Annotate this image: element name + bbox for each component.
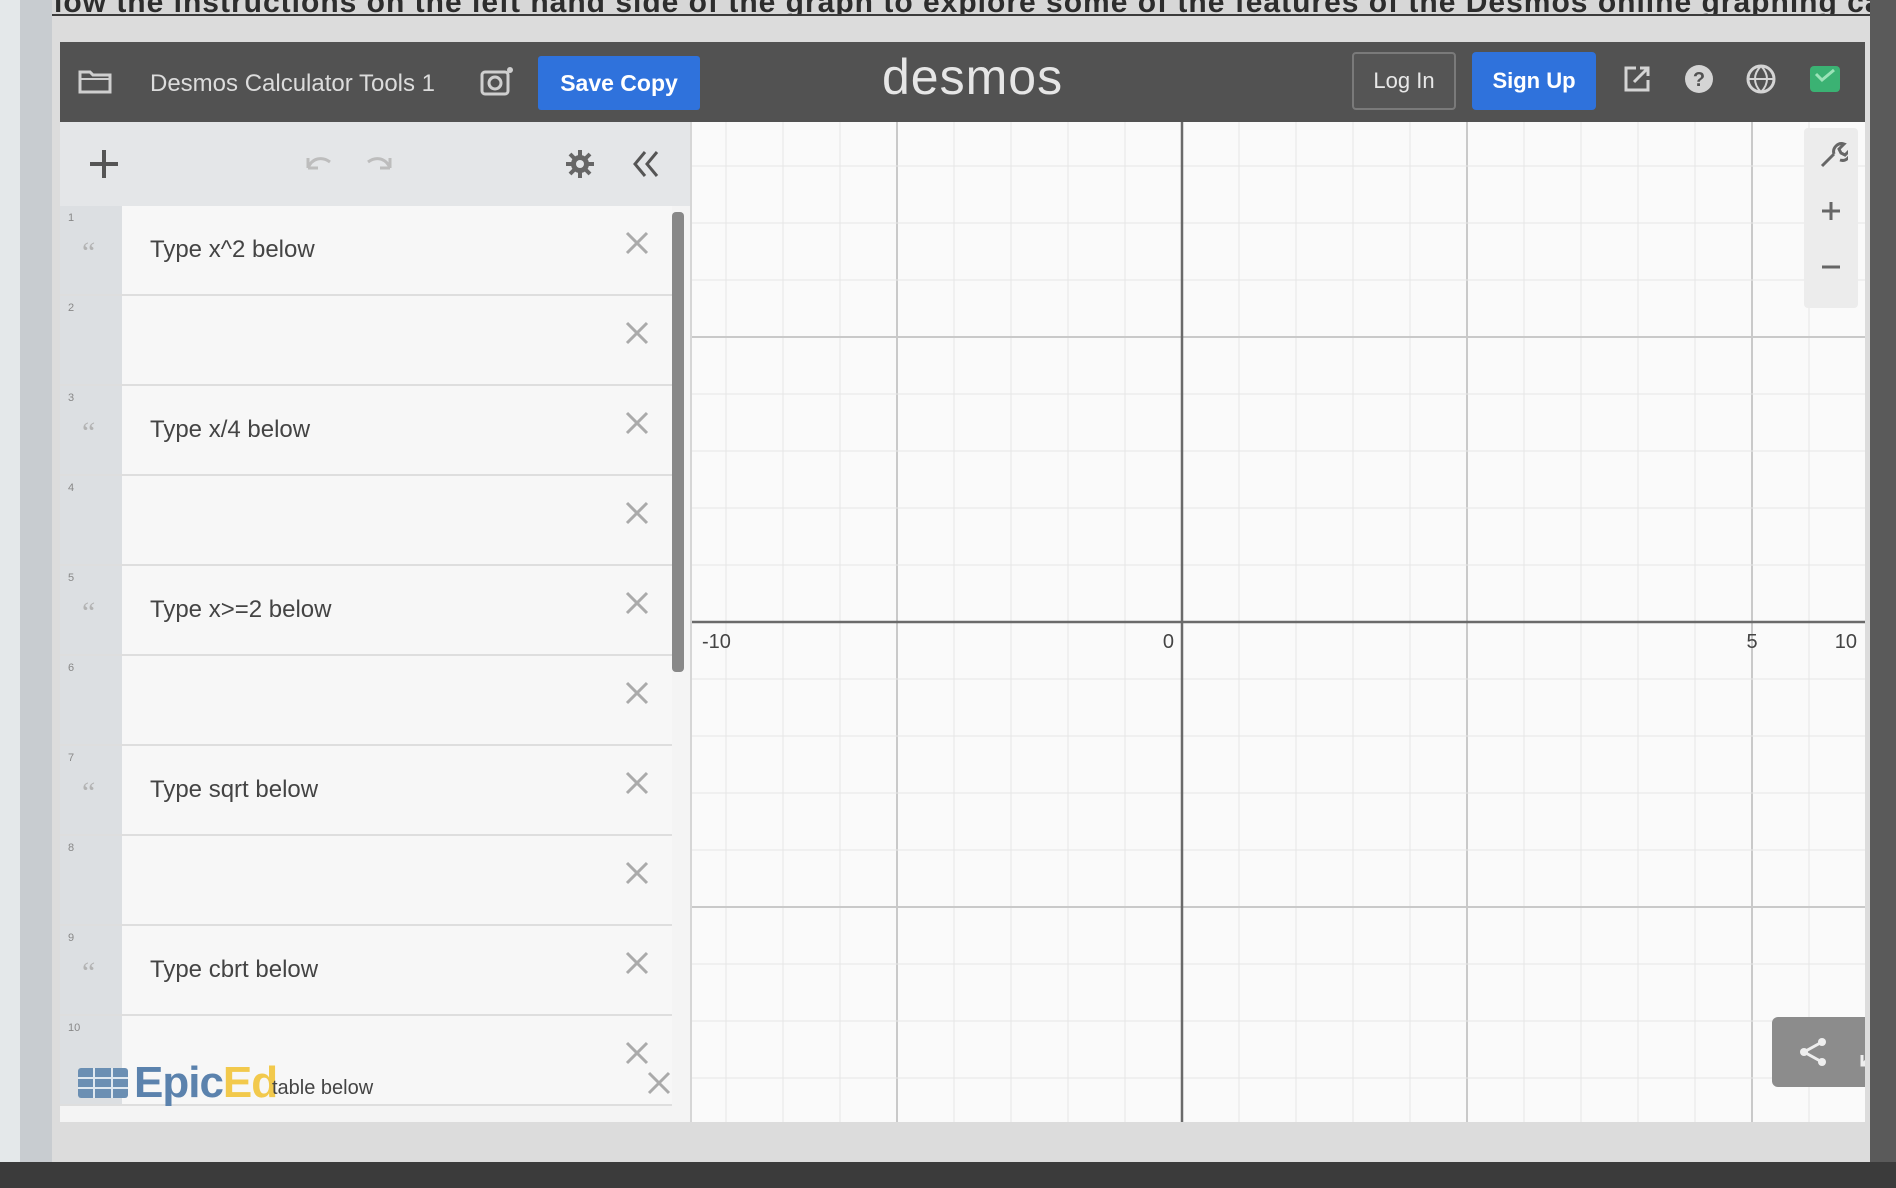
delete-icon[interactable] (644, 1068, 674, 1098)
note-quote-icon: “ (82, 776, 96, 809)
x-tick-label: 10 (1835, 631, 1857, 653)
row-number: 3 (68, 392, 75, 404)
delete-icon[interactable] (622, 768, 652, 798)
note-text[interactable]: Type sqrt below (150, 776, 318, 804)
svg-text:?: ? (1693, 69, 1705, 91)
delete-icon[interactable] (622, 858, 652, 888)
expression-row-6[interactable]: 6 (60, 656, 672, 746)
note-quote-icon: “ (82, 956, 96, 989)
row-number: 2 (68, 302, 75, 314)
expression-row-2[interactable]: 2 (60, 296, 672, 386)
settings-gear-icon[interactable] (560, 144, 600, 184)
graph-paper[interactable]: -10-505105-5 (692, 122, 1865, 1122)
brand-part-1: Epic (134, 1058, 224, 1107)
x-tick-label: 5 (1746, 631, 1757, 653)
share-icon[interactable] (1796, 1035, 1830, 1069)
fullscreen-icon[interactable] (1858, 1035, 1865, 1069)
redo-icon[interactable] (360, 144, 400, 184)
bottom-band (0, 1162, 1896, 1188)
language-icon[interactable] (1744, 62, 1778, 96)
row-number: 10 (68, 1022, 81, 1034)
epiced-grid-icon (78, 1068, 128, 1098)
brand-part-2: Ed (222, 1058, 278, 1107)
expression-row-9[interactable]: 9 “ Type cbrt below (60, 926, 672, 1016)
desmos-logo: desmos (882, 49, 1064, 105)
note-text[interactable]: Type x>=2 below (150, 596, 331, 624)
expression-row-5[interactable]: 5 “ Type x>=2 below (60, 566, 672, 656)
expression-row-4[interactable]: 4 (60, 476, 672, 566)
expression-row-7[interactable]: 7 “ Type sqrt below (60, 746, 672, 836)
x-tick-label: -10 (702, 631, 731, 653)
row-number: 7 (68, 752, 75, 764)
row-number: 6 (68, 662, 75, 674)
desmos-app: Desmos Calculator Tools 1 Save Copy desm… (60, 42, 1865, 1122)
epiced-logo: EpicEd (76, 1058, 278, 1108)
folder-icon[interactable] (78, 68, 112, 94)
expression-row-8[interactable]: 8 (60, 836, 672, 926)
note-quote-icon: “ (82, 596, 96, 629)
signup-button[interactable]: Sign Up (1472, 52, 1596, 110)
zoom-out-icon[interactable] (1814, 250, 1848, 284)
right-band (1870, 0, 1896, 1188)
graph-title[interactable]: Desmos Calculator Tools 1 (150, 70, 435, 98)
save-copy-button[interactable]: Save Copy (538, 56, 700, 110)
note-text[interactable]: Type x/4 below (150, 416, 310, 444)
delete-icon[interactable] (622, 678, 652, 708)
left-band-light (0, 0, 20, 1188)
share-controls (1772, 1017, 1865, 1087)
help-icon[interactable]: ? (1682, 62, 1716, 96)
zoom-in-icon[interactable] (1814, 194, 1848, 228)
delete-icon[interactable] (622, 948, 652, 978)
bottom-note-text[interactable]: table below (272, 1077, 373, 1100)
delete-icon[interactable] (622, 408, 652, 438)
add-item-icon[interactable] (84, 144, 124, 184)
undo-icon[interactable] (298, 144, 338, 184)
note-text[interactable]: Type x^2 below (150, 236, 315, 264)
note-quote-icon: “ (82, 416, 96, 449)
instruction-text: Follow the instructions on the left hand… (0, 0, 1896, 14)
graph-grid: -10-505105-5 (692, 122, 1865, 1122)
expression-list: 1 “ Type x^2 below 2 3 “ Type x/4 below (60, 206, 672, 1106)
row-number: 9 (68, 932, 75, 944)
header-bar: Desmos Calculator Tools 1 Save Copy desm… (60, 42, 1865, 122)
login-button[interactable]: Log In (1352, 52, 1456, 110)
row-number: 1 (68, 212, 75, 224)
note-text[interactable]: Type cbrt below (150, 956, 318, 984)
wrench-icon[interactable] (1814, 138, 1848, 172)
delete-icon[interactable] (622, 228, 652, 258)
screenshot-icon[interactable] (480, 66, 514, 96)
row-number: 5 (68, 572, 75, 584)
delete-icon[interactable] (622, 498, 652, 528)
collapse-panel-icon[interactable] (625, 144, 665, 184)
row-number: 4 (68, 482, 75, 494)
delete-icon[interactable] (622, 1038, 652, 1068)
delete-icon[interactable] (622, 588, 652, 618)
brand-icon (1810, 66, 1840, 92)
share-external-icon[interactable] (1620, 62, 1654, 96)
expression-row-1[interactable]: 1 “ Type x^2 below (60, 206, 672, 296)
expression-panel: 1 “ Type x^2 below 2 3 “ Type x/4 below (60, 122, 692, 1122)
note-quote-icon: “ (82, 236, 96, 269)
expression-toolbar (60, 122, 690, 206)
row-number: 8 (68, 842, 75, 854)
x-tick-label: 0 (1163, 631, 1174, 653)
expression-scrollbar[interactable] (672, 212, 684, 672)
delete-icon[interactable] (622, 318, 652, 348)
zoom-controls (1804, 128, 1858, 308)
expression-row-3[interactable]: 3 “ Type x/4 below (60, 386, 672, 476)
epiced-brand-text: EpicEd (134, 1058, 278, 1108)
